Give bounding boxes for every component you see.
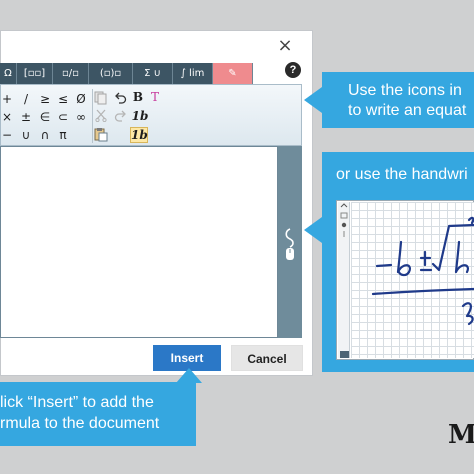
callout-pointer-right: [304, 217, 322, 243]
toolbar-separator: [92, 89, 93, 143]
redo-icon[interactable]: [114, 109, 127, 122]
paste-icon[interactable]: [94, 127, 108, 142]
italic-variable-highlight-button[interactable]: 1b: [130, 127, 148, 143]
intersection-symbol[interactable]: ∩: [38, 128, 52, 142]
tab-matrix[interactable]: [▫▫]: [17, 63, 53, 84]
less-equal-symbol[interactable]: ≤: [56, 92, 70, 106]
tab-fraction[interactable]: ▫/▫: [53, 63, 89, 84]
tab-sum-union[interactable]: Σ ∪: [133, 63, 173, 84]
infinity-symbol[interactable]: ∞: [74, 110, 88, 124]
italic-variable-button[interactable]: 1b: [131, 109, 149, 123]
tab-integral-limit[interactable]: ∫ lim: [173, 63, 213, 84]
element-of-symbol[interactable]: ∈: [38, 110, 52, 124]
undo-icon[interactable]: [114, 91, 127, 104]
empty-set-symbol[interactable]: Ø: [74, 92, 88, 106]
bold-button[interactable]: B: [131, 90, 145, 104]
minus-symbol[interactable]: −: [0, 128, 14, 142]
callout-right-caption: or use the handwri: [336, 166, 468, 183]
handwritten-formula: [371, 216, 474, 326]
callout-top-line-2: to write an equat: [348, 102, 467, 119]
brand-logo: M: [448, 420, 474, 450]
slash-symbol[interactable]: /: [19, 92, 33, 106]
callout-pointer-top: [304, 87, 322, 113]
pi-symbol[interactable]: π: [56, 128, 70, 142]
handwriting-toolbar: [338, 202, 350, 358]
copy-icon[interactable]: [94, 91, 107, 105]
help-icon[interactable]: ?: [285, 62, 301, 78]
plus-symbol[interactable]: +: [0, 92, 14, 106]
callout-top-line-1: Use the icons in: [348, 82, 462, 99]
greater-equal-symbol[interactable]: ≥: [38, 92, 52, 106]
equation-input-area[interactable]: [0, 146, 278, 338]
times-symbol[interactable]: ×: [0, 110, 14, 124]
text-style-button[interactable]: T: [148, 90, 162, 104]
callout-pointer-bottom: [176, 368, 202, 383]
symbol-tab-strip: Ω [▫▫] ▫/▫ (▫)▫ Σ ∪ ∫ lim ✎: [0, 63, 260, 84]
cut-icon[interactable]: [95, 109, 107, 122]
tab-greek-letters[interactable]: Ω: [0, 63, 17, 84]
tab-brackets[interactable]: (▫)▫: [89, 63, 133, 84]
pen-icon[interactable]: [283, 227, 297, 261]
callout-bottom-line-1: lick “Insert” to add the: [0, 394, 154, 411]
symbol-toolbar: + / ≥ ≤ Ø × ± ∈ ⊂ ∞ − ∪ ∩ π B T 1b 1b: [0, 84, 302, 146]
callout-insert-hint: lick “Insert” to add the rmula to the do…: [0, 382, 196, 446]
subset-symbol[interactable]: ⊂: [56, 110, 70, 124]
close-icon[interactable]: ×: [277, 37, 293, 55]
union-symbol[interactable]: ∪: [19, 128, 33, 142]
handwriting-keyboard-icon[interactable]: [340, 351, 349, 358]
tab-handwriting[interactable]: ✎: [213, 63, 253, 84]
callout-toolbar-hint: Use the icons in to write an equat: [322, 72, 474, 128]
plus-minus-symbol[interactable]: ±: [19, 110, 33, 124]
cancel-button[interactable]: Cancel: [231, 345, 303, 371]
handwriting-tool-icons: [340, 203, 348, 237]
callout-bottom-line-2: rmula to the document: [0, 415, 160, 432]
